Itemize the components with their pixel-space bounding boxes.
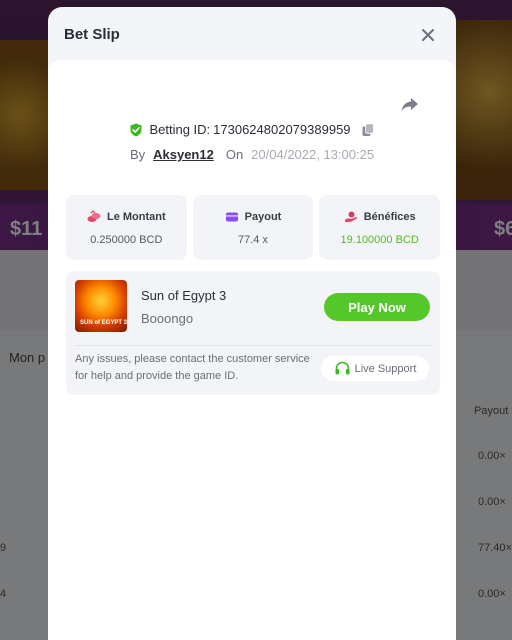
game-thumbnail-title: SUN of EGYPT 3 — [80, 320, 127, 327]
stat-profit-value: 19.100000 BCD — [340, 233, 419, 246]
stat-payout-value: 77.4 x — [238, 233, 268, 246]
betting-id-row: Betting ID: 1730624802079389959 — [48, 122, 456, 137]
stat-amount: Le Montant 0.250000 BCD — [66, 195, 187, 260]
username-link[interactable]: Aksyen12 — [153, 147, 214, 162]
stat-payout-header: Payout — [225, 210, 282, 224]
betting-id-value: 1730624802079389959 — [213, 122, 351, 137]
share-icon[interactable] — [398, 92, 422, 116]
card-divider — [75, 345, 431, 346]
game-provider: Booongo — [141, 311, 194, 326]
on-label: On — [225, 147, 244, 162]
bettor-row: By Aksyen12 On 20/04/2022, 13:00:25 — [48, 147, 456, 162]
betting-id-label: Betting ID: — [149, 122, 211, 137]
stat-profit-header: Bénéfices — [344, 210, 416, 224]
wallet-icon — [225, 212, 238, 221]
profit-icon — [344, 211, 357, 222]
stat-payout: Payout 77.4 x — [192, 195, 314, 260]
play-now-button[interactable]: Play Now — [324, 293, 430, 321]
copy-icon[interactable] — [361, 122, 375, 137]
headset-icon — [335, 361, 350, 375]
stat-profit: Bénéfices 19.100000 BCD — [319, 195, 441, 260]
live-support-button[interactable]: Live Support — [321, 356, 429, 381]
stat-amount-value: 0.250000 BCD — [90, 233, 163, 246]
game-thumbnail[interactable]: SUN of EGYPT 3 — [75, 280, 127, 332]
verified-shield-icon — [130, 123, 142, 136]
bet-stats: Le Montant 0.250000 BCD Payout 77.4 x Bé… — [66, 195, 441, 260]
stat-amount-header: Le Montant — [87, 209, 166, 224]
bet-slip-modal: Bet Slip Betting ID: 1730624802079389959… — [48, 7, 456, 640]
stat-payout-label: Payout — [244, 210, 282, 223]
by-label: By — [129, 147, 146, 162]
close-button[interactable] — [416, 23, 440, 47]
bet-details-panel: Betting ID: 1730624802079389959 By Aksye… — [48, 60, 456, 640]
close-icon — [422, 28, 434, 41]
modal-title: Bet Slip — [64, 26, 120, 43]
game-name: Sun of Egypt 3 — [141, 288, 227, 303]
live-support-label: Live Support — [354, 362, 417, 375]
stat-amount-label: Le Montant — [107, 210, 166, 223]
bet-date: 20/04/2022, 13:00:25 — [251, 147, 375, 162]
game-card: SUN of EGYPT 3 Sun of Egypt 3 Booongo Pl… — [66, 271, 440, 395]
coins-icon — [87, 209, 101, 222]
support-instructions: Any issues, please contact the customer … — [75, 353, 310, 382]
modal-header: Bet Slip — [48, 7, 456, 62]
stat-profit-label: Bénéfices — [363, 210, 416, 223]
